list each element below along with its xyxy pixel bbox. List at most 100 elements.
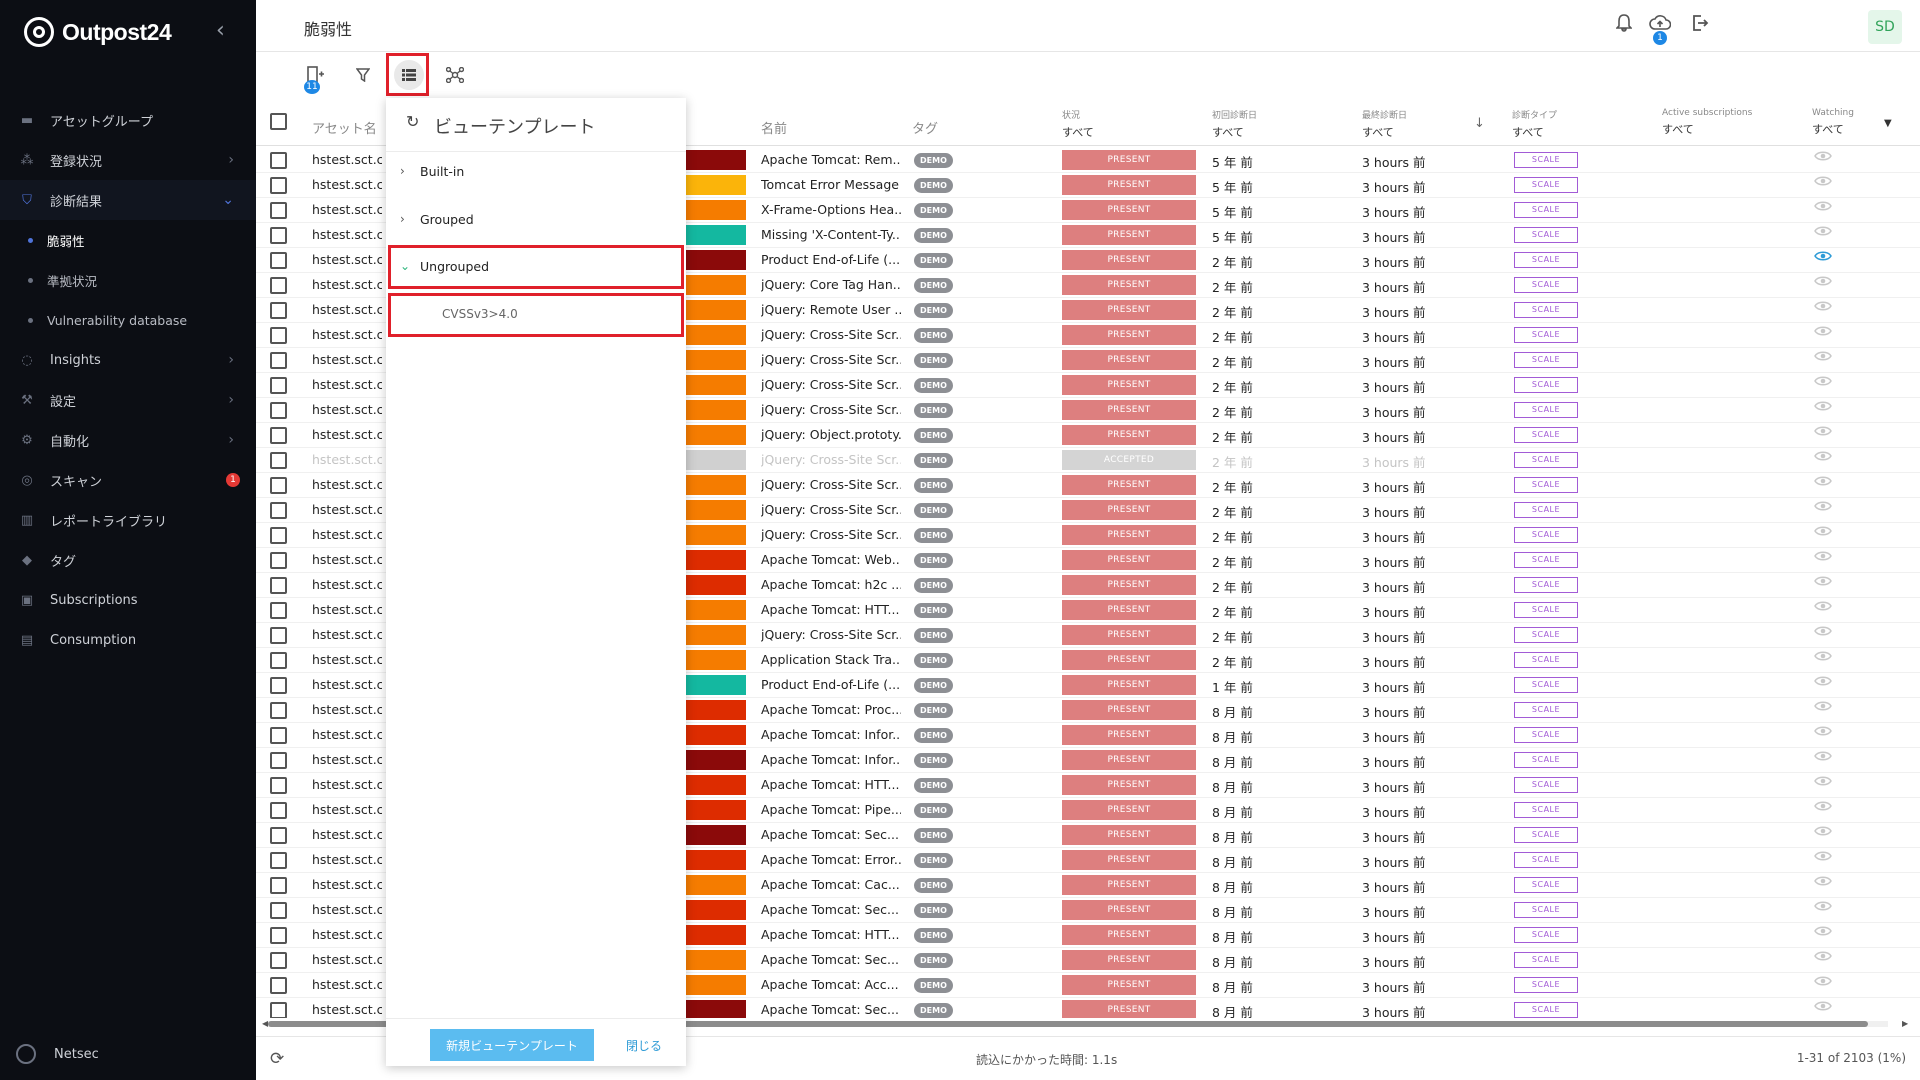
name-cell[interactable]: Apache Tomcat: Web... <box>761 552 901 567</box>
watch-eye-icon[interactable] <box>1814 425 1832 441</box>
asset-cell[interactable]: hstest.sct.co <box>312 977 382 992</box>
asset-cell[interactable]: hstest.sct.co <box>312 402 382 417</box>
tag-badge[interactable]: DEMO <box>914 353 953 368</box>
watch-eye-icon[interactable] <box>1814 900 1832 916</box>
name-cell[interactable]: Application Stack Tra... <box>761 652 901 667</box>
asset-cell[interactable]: hstest.sct.co <box>312 152 382 167</box>
watch-eye-icon[interactable] <box>1814 225 1832 241</box>
header-status[interactable]: 状況 すべて <box>1062 108 1094 140</box>
row-checkbox[interactable] <box>270 627 287 644</box>
sidebar-item-1[interactable]: ⁂ 登録状況 › <box>0 140 256 180</box>
watch-eye-icon[interactable] <box>1814 550 1832 566</box>
watch-eye-icon[interactable] <box>1814 475 1832 491</box>
brand-logo[interactable]: Outpost24 <box>24 15 172 49</box>
tag-badge[interactable]: DEMO <box>914 253 953 268</box>
tag-badge[interactable]: DEMO <box>914 328 953 343</box>
asset-cell[interactable]: hstest.sct.co <box>312 552 382 567</box>
header-asset[interactable]: アセット名 <box>312 118 377 137</box>
row-checkbox[interactable] <box>270 177 287 194</box>
name-cell[interactable]: jQuery: Cross-Site Scr... <box>761 377 901 392</box>
filter-button[interactable] <box>348 60 378 90</box>
template-group-grouped[interactable]: › Grouped <box>386 196 686 242</box>
asset-cell[interactable]: hstest.sct.co <box>312 252 382 267</box>
watch-eye-icon[interactable] <box>1814 250 1832 266</box>
tag-badge[interactable]: DEMO <box>914 528 953 543</box>
tag-badge[interactable]: DEMO <box>914 478 953 493</box>
name-cell[interactable]: Apache Tomcat: Cac... <box>761 877 901 892</box>
watch-eye-icon[interactable] <box>1814 825 1832 841</box>
row-checkbox[interactable] <box>270 977 287 994</box>
scroll-right-icon[interactable]: ▶ <box>1902 1019 1908 1028</box>
name-cell[interactable]: jQuery: Cross-Site Scr... <box>761 527 901 542</box>
status-filter[interactable]: すべて <box>1062 124 1094 140</box>
tag-badge[interactable]: DEMO <box>914 303 953 318</box>
row-checkbox[interactable] <box>270 352 287 369</box>
watch-eye-icon[interactable] <box>1814 850 1832 866</box>
tag-badge[interactable]: DEMO <box>914 603 953 618</box>
user-avatar[interactable]: SD <box>1868 10 1902 44</box>
row-checkbox[interactable] <box>270 802 287 819</box>
sidebar-item-4[interactable]: 準拠状況 <box>0 260 256 300</box>
asset-cell[interactable]: hstest.sct.co <box>312 627 382 642</box>
tag-badge[interactable]: DEMO <box>914 953 953 968</box>
asset-cell[interactable]: hstest.sct.co <box>312 777 382 792</box>
name-cell[interactable]: Apache Tomcat: Rem... <box>761 152 901 167</box>
template-group-built-in[interactable]: › Built-in <box>386 148 686 194</box>
watch-eye-icon[interactable] <box>1814 525 1832 541</box>
name-cell[interactable]: Apache Tomcat: Pipe... <box>761 802 901 817</box>
sidebar-item-13[interactable]: ▤ Consumption <box>0 620 256 660</box>
name-cell[interactable]: Tomcat Error Message <box>761 177 901 192</box>
name-cell[interactable]: Product End-of-Life (... <box>761 677 901 692</box>
name-cell[interactable]: Apache Tomcat: HTT... <box>761 602 901 617</box>
header-name[interactable]: 名前 <box>761 118 787 137</box>
tag-badge[interactable]: DEMO <box>914 178 953 193</box>
watch-eye-icon[interactable] <box>1814 700 1832 716</box>
watch-eye-icon[interactable] <box>1814 275 1832 291</box>
asset-cell[interactable]: hstest.sct.co <box>312 1002 382 1017</box>
watch-eye-icon[interactable] <box>1814 675 1832 691</box>
row-checkbox[interactable] <box>270 927 287 944</box>
sidebar-item-11[interactable]: ◆ タグ <box>0 540 256 580</box>
asset-cell[interactable]: hstest.sct.co <box>312 302 382 317</box>
header-first-seen[interactable]: 初回診断日 すべて <box>1212 108 1257 140</box>
header-scan-type[interactable]: 診断タイプ すべて <box>1512 108 1557 140</box>
tag-badge[interactable]: DEMO <box>914 703 953 718</box>
row-checkbox[interactable] <box>270 677 287 694</box>
name-cell[interactable]: jQuery: Cross-Site Scr... <box>761 327 901 342</box>
asset-cell[interactable]: hstest.sct.co <box>312 352 382 367</box>
name-cell[interactable]: jQuery: Cross-Site Scr... <box>761 352 901 367</box>
sidebar-item-8[interactable]: ⚙ 自動化 › <box>0 420 256 460</box>
tag-badge[interactable]: DEMO <box>914 878 953 893</box>
row-checkbox[interactable] <box>270 502 287 519</box>
row-checkbox[interactable] <box>270 402 287 419</box>
name-cell[interactable]: jQuery: Cross-Site Scr... <box>761 402 901 417</box>
watch-eye-icon[interactable] <box>1814 750 1832 766</box>
collapse-sidebar-button[interactable]: ‹ <box>216 20 236 44</box>
name-cell[interactable]: Product End-of-Life (... <box>761 252 901 267</box>
tag-badge[interactable]: DEMO <box>914 278 953 293</box>
name-cell[interactable]: jQuery: Remote User ... <box>761 302 901 317</box>
tag-badge[interactable]: DEMO <box>914 453 953 468</box>
row-checkbox[interactable] <box>270 702 287 719</box>
tag-badge[interactable]: DEMO <box>914 803 953 818</box>
last-seen-filter[interactable]: すべて <box>1362 124 1407 140</box>
name-cell[interactable]: Apache Tomcat: HTT... <box>761 777 901 792</box>
row-checkbox[interactable] <box>270 852 287 869</box>
row-checkbox[interactable] <box>270 1002 287 1018</box>
name-cell[interactable]: Missing 'X-Content-Ty... <box>761 227 901 242</box>
asset-cell[interactable]: hstest.sct.co <box>312 927 382 942</box>
watch-eye-icon[interactable] <box>1814 325 1832 341</box>
tag-badge[interactable]: DEMO <box>914 578 953 593</box>
watch-eye-icon[interactable] <box>1814 575 1832 591</box>
name-cell[interactable]: jQuery: Cross-Site Scr... <box>761 627 901 642</box>
asset-cell[interactable]: hstest.sct.co <box>312 377 382 392</box>
watch-eye-icon[interactable] <box>1814 800 1832 816</box>
tag-badge[interactable]: DEMO <box>914 378 953 393</box>
row-checkbox[interactable] <box>270 777 287 794</box>
asset-cell[interactable]: hstest.sct.co <box>312 952 382 967</box>
watch-eye-icon[interactable] <box>1814 450 1832 466</box>
name-cell[interactable]: Apache Tomcat: h2c ... <box>761 577 901 592</box>
template-item-cvss[interactable]: CVSSv3>4.0 <box>386 291 686 337</box>
name-cell[interactable]: jQuery: Cross-Site Scr... <box>761 477 901 492</box>
tag-badge[interactable]: DEMO <box>914 928 953 943</box>
